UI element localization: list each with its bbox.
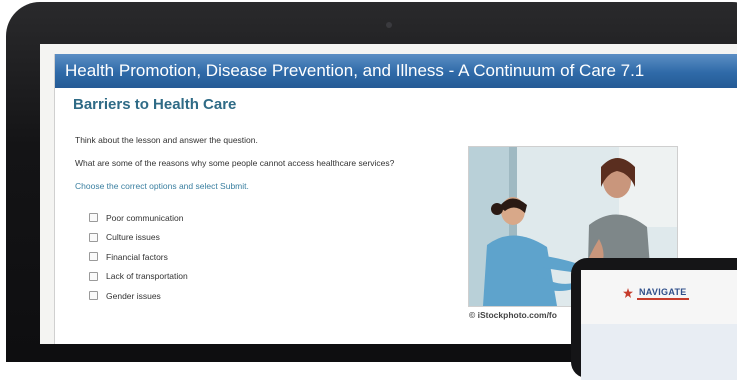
image-credit: © iStockphoto.com/fo bbox=[469, 310, 557, 320]
option-label: Culture issues bbox=[106, 232, 160, 243]
option-label: Financial factors bbox=[106, 251, 168, 262]
tablet-device: NAVIGATE bbox=[571, 258, 737, 380]
option-financial-factors[interactable]: Financial factors bbox=[89, 247, 188, 267]
option-culture-issues[interactable]: Culture issues bbox=[89, 228, 188, 248]
direction-text: Choose the correct options and select Su… bbox=[75, 181, 249, 191]
brand-name: NAVIGATE bbox=[637, 286, 689, 300]
page-title: Barriers to Health Care bbox=[73, 96, 237, 113]
option-poor-communication[interactable]: Poor communication bbox=[89, 208, 188, 228]
tablet-content-band bbox=[581, 324, 737, 380]
option-label: Poor communication bbox=[106, 212, 184, 223]
tablet-screen: NAVIGATE bbox=[581, 270, 737, 380]
options-list: Poor communication Culture issues Financ… bbox=[89, 208, 188, 306]
checkbox[interactable] bbox=[89, 213, 98, 223]
option-gender-issues[interactable]: Gender issues bbox=[89, 286, 188, 306]
logo-star-icon bbox=[623, 288, 633, 298]
navigate-logo: NAVIGATE bbox=[623, 286, 689, 300]
camera-icon bbox=[386, 22, 392, 28]
option-lack-of-transportation[interactable]: Lack of transportation bbox=[89, 267, 188, 287]
window-title: Health Promotion, Disease Prevention, an… bbox=[55, 54, 737, 88]
question-text: What are some of the reasons why some pe… bbox=[75, 158, 395, 168]
checkbox[interactable] bbox=[89, 271, 98, 281]
checkbox[interactable] bbox=[89, 232, 98, 242]
checkbox[interactable] bbox=[89, 291, 98, 301]
checkbox[interactable] bbox=[89, 252, 98, 262]
instruction-text: Think about the lesson and answer the qu… bbox=[75, 135, 258, 145]
option-label: Gender issues bbox=[106, 290, 161, 301]
option-label: Lack of transportation bbox=[106, 271, 188, 282]
